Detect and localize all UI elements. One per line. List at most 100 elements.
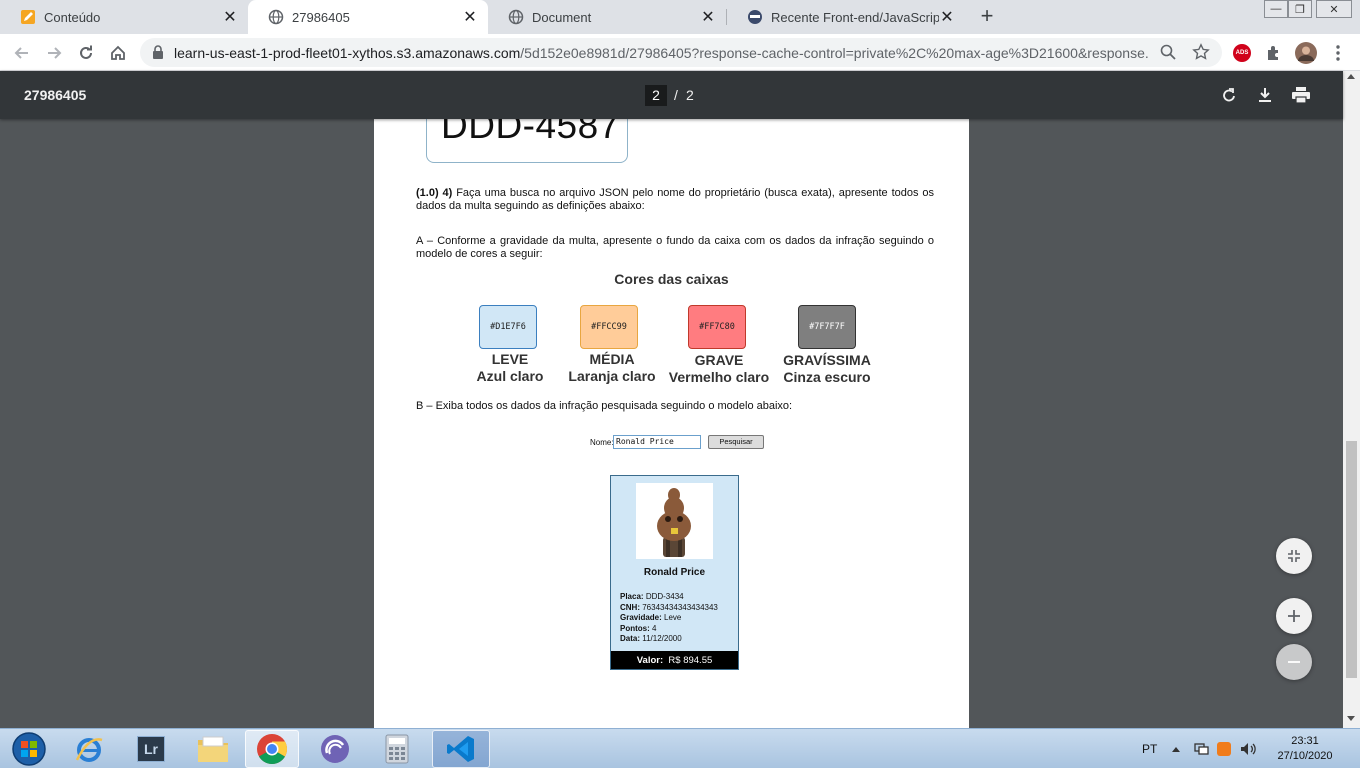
rotate-icon <box>1223 88 1235 102</box>
chrome-menu-button[interactable] <box>1326 41 1350 65</box>
lightroom-icon: Lr <box>137 736 165 762</box>
taskbar-file-explorer[interactable] <box>186 730 240 768</box>
close-icon[interactable]: ✕ <box>700 9 716 26</box>
scroll-up-arrow-icon[interactable] <box>1347 74 1355 79</box>
data-row: Data: 11/12/2000 <box>620 634 718 645</box>
rotate-button[interactable] <box>1218 84 1240 106</box>
fit-page-button[interactable] <box>1276 538 1312 574</box>
url-host: learn-us-east-1-prod-fleet01-xythos.s3.a… <box>174 45 521 61</box>
chrome-icon <box>257 734 288 765</box>
bittorrent-icon <box>321 735 349 763</box>
tray-volume[interactable] <box>1240 729 1258 768</box>
show-hidden-icons-button[interactable] <box>1172 729 1180 768</box>
back-button[interactable] <box>10 41 34 65</box>
pdf-title: 27986405 <box>24 87 87 103</box>
system-clock[interactable]: 23:31 27/10/2020 <box>1272 734 1338 764</box>
tab-document[interactable]: Document ✕ <box>488 0 726 34</box>
plus-icon <box>1288 610 1300 622</box>
pdf-viewport[interactable]: DDD-4587 (1.0) 4) Faça uma busca no arqu… <box>0 119 1343 728</box>
swatch-media: #FFCC99 <box>580 305 638 349</box>
reload-icon <box>80 45 92 59</box>
globe-icon <box>508 9 524 25</box>
gravidade-label: Gravidade: <box>620 613 662 622</box>
vertical-scrollbar[interactable] <box>1343 71 1360 728</box>
taskbar-chrome[interactable] <box>245 730 299 768</box>
forum-icon <box>748 10 762 24</box>
zoom-in-button[interactable] <box>1276 598 1312 634</box>
arrow-right-icon <box>48 47 62 59</box>
infraction-card: Ronald Price Placa: DDD-3434 CNH: 763434… <box>610 475 739 670</box>
cnh-label: CNH: <box>620 602 640 612</box>
close-window-button[interactable]: ✕ <box>1316 0 1352 18</box>
address-bar[interactable]: learn-us-east-1-prod-fleet01-xythos.s3.a… <box>140 38 1222 67</box>
swatch-code: #7F7F7F <box>809 322 845 332</box>
zoom-icon[interactable] <box>1160 44 1176 60</box>
search-label: Nome: <box>590 438 614 447</box>
avatar <box>1295 42 1317 64</box>
home-icon <box>111 45 125 60</box>
placa-label: Placa: <box>620 592 644 601</box>
close-icon[interactable]: ✕ <box>939 9 955 26</box>
home-button[interactable] <box>106 41 130 65</box>
fit-to-page-icon <box>1288 550 1300 562</box>
scrollbar-thumb[interactable] <box>1346 441 1357 678</box>
pontos-value: 4 <box>652 623 657 633</box>
tab-conteudo[interactable]: Conteúdo ✕ <box>0 0 248 34</box>
swatch-code: #FFCC99 <box>591 322 627 332</box>
adblock-extension-button[interactable]: ADS <box>1230 41 1254 65</box>
star-icon[interactable] <box>1192 43 1210 61</box>
adblock-icon: ADS <box>1233 44 1251 62</box>
browser-toolbar: learn-us-east-1-prod-fleet01-xythos.s3.a… <box>0 34 1360 71</box>
close-icon[interactable]: ✕ <box>462 9 478 26</box>
clock-time: 23:31 <box>1291 735 1319 747</box>
new-tab-button[interactable]: + <box>976 5 998 28</box>
calculator-icon <box>385 734 409 764</box>
gravidade-row: Gravidade: Leve <box>620 613 718 624</box>
tray-avast[interactable] <box>1217 729 1231 768</box>
tab-title: 27986405 <box>292 9 350 25</box>
tab-strip: Conteúdo ✕ 27986405 ✕ Document ✕ Recente… <box>0 0 1360 34</box>
print-button[interactable] <box>1290 84 1312 106</box>
language-indicator[interactable]: PT <box>1142 729 1157 768</box>
pontos-label: Pontos: <box>620 623 650 633</box>
taskbar-vscode[interactable] <box>432 730 490 768</box>
start-button[interactable] <box>2 730 56 768</box>
taskbar-internet-explorer[interactable] <box>62 730 116 768</box>
tray-network[interactable] <box>1194 729 1210 768</box>
colors-title: Cores das caixas <box>614 271 729 287</box>
profile-avatar[interactable] <box>1294 41 1318 65</box>
chevron-up-icon <box>1172 746 1180 752</box>
color-name: Vermelho claro <box>668 369 770 385</box>
scroll-down-arrow-icon[interactable] <box>1347 716 1355 721</box>
tab-title: Conteúdo <box>44 9 101 25</box>
character-illustration-icon <box>657 488 691 557</box>
zoom-out-button[interactable] <box>1276 644 1312 680</box>
download-button[interactable] <box>1254 84 1276 106</box>
download-icon <box>1259 88 1271 102</box>
globe-icon <box>268 9 284 25</box>
page-number-input[interactable]: 2 <box>645 85 667 106</box>
question-number: (1.0) 4) <box>416 187 453 199</box>
close-icon[interactable]: ✕ <box>222 9 238 26</box>
taskbar-lightroom[interactable]: Lr <box>124 730 178 768</box>
license-plate-box: DDD-4587 <box>426 119 628 163</box>
page-separator: / <box>674 87 678 103</box>
placa-value: DDD-3434 <box>645 592 684 601</box>
minimize-button[interactable]: — <box>1264 0 1288 18</box>
tab-27986405[interactable]: 27986405 ✕ <box>248 0 488 34</box>
color-name: Azul claro <box>476 368 544 384</box>
taskbar-bittorrent[interactable] <box>308 730 362 768</box>
windows-taskbar: Lr PT 23:31 27/10/2020 <box>0 728 1360 768</box>
tab-title: Recente Front-end/JavaScript tóp <box>771 9 939 25</box>
lock-icon <box>153 45 163 59</box>
swatch-gravissima: #7F7F7F <box>798 305 856 349</box>
label-leve: LEVE Azul claro <box>464 351 556 385</box>
maximize-button[interactable]: ❐ <box>1288 0 1312 18</box>
pdf-toolbar: 27986405 2 / 2 <box>0 71 1343 119</box>
extensions-button[interactable] <box>1262 41 1286 65</box>
url-text: learn-us-east-1-prod-fleet01-xythos.s3.a… <box>174 45 1149 61</box>
forward-button[interactable] <box>42 41 66 65</box>
tab-recente-frontend[interactable]: Recente Front-end/JavaScript tóp ✕ <box>727 0 965 34</box>
reload-button[interactable] <box>74 41 98 65</box>
taskbar-calculator[interactable] <box>370 730 424 768</box>
